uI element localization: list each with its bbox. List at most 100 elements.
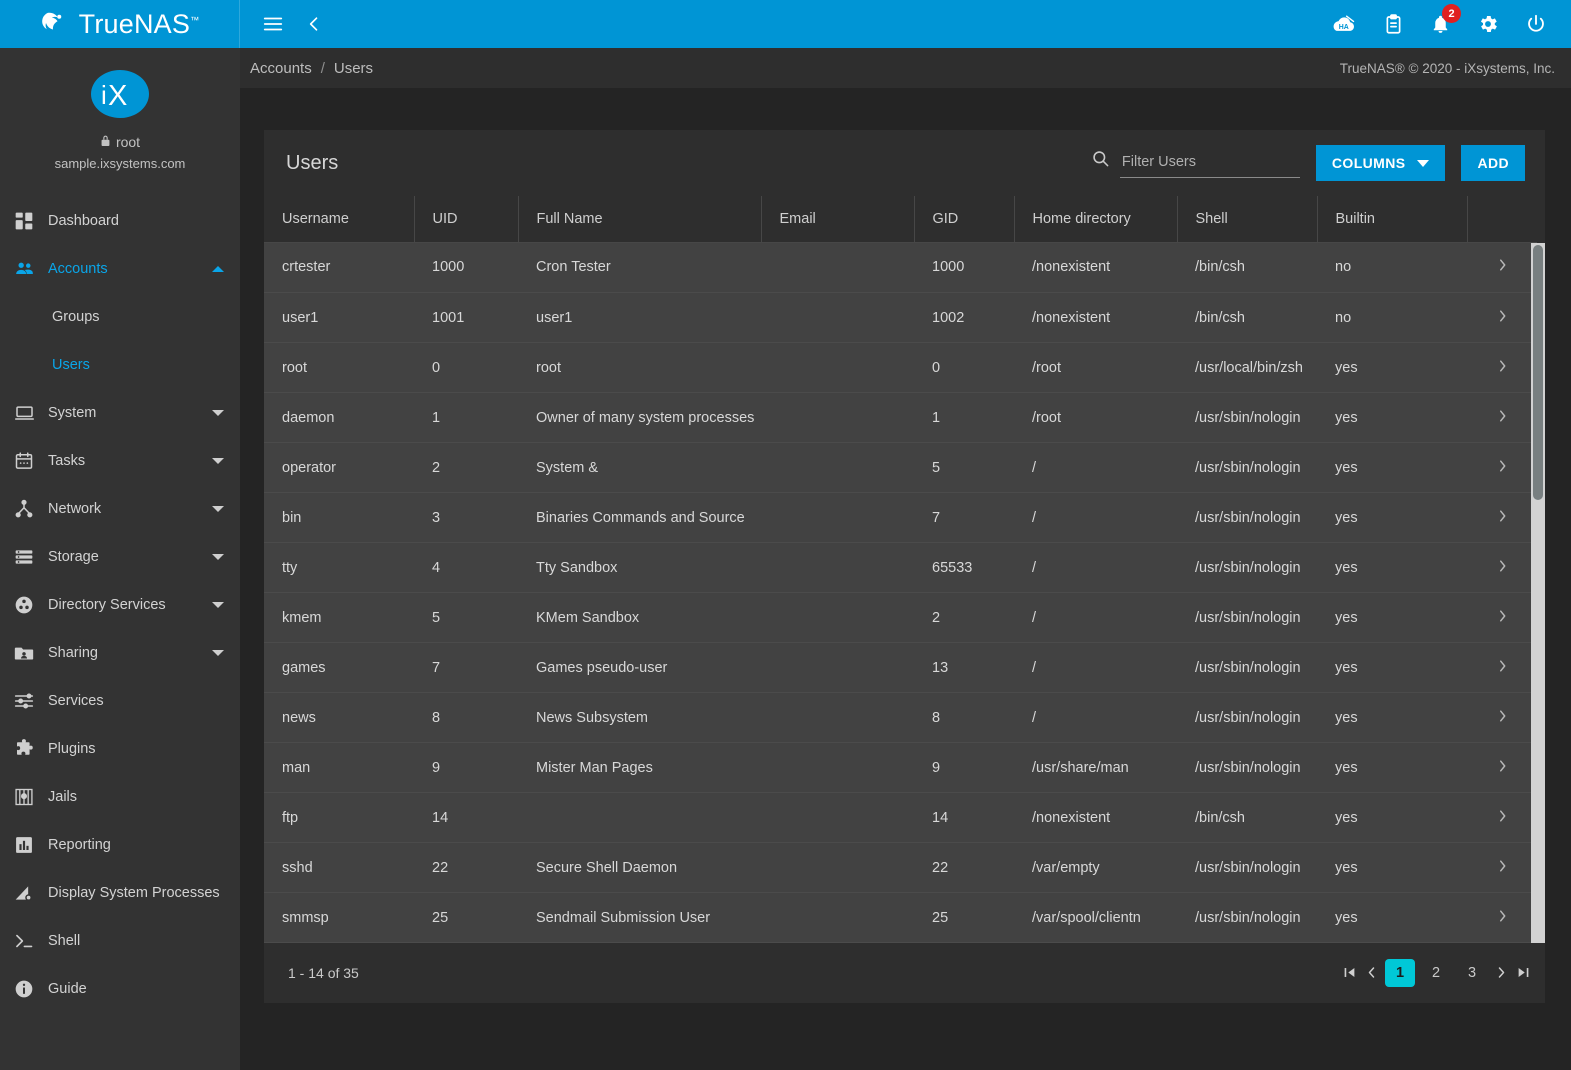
- table-row[interactable]: sshd 22 Secure Shell Daemon 22/var/empty/us…: [264, 842, 1537, 893]
- breadcrumb-parent[interactable]: Accounts: [250, 60, 312, 77]
- sidebar-item-groups[interactable]: Groups: [0, 293, 240, 341]
- row-expand-chevron-right-icon[interactable]: [1467, 792, 1537, 843]
- sidebar-item-label: Tasks: [48, 453, 86, 469]
- search-icon[interactable]: [1091, 149, 1110, 178]
- table-row[interactable]: bin 3 Binaries Commands and Source 7//usr/s…: [264, 492, 1537, 543]
- table-row[interactable]: tty 4 Tty Sandbox 65533//usr/sbin/nologin ye…: [264, 542, 1537, 593]
- column-header-gid[interactable]: GID: [914, 196, 1015, 243]
- column-header-shell[interactable]: Shell: [1177, 196, 1318, 243]
- row-expand-chevron-right-icon[interactable]: [1467, 692, 1537, 743]
- table-row[interactable]: operator 2 System & 5//usr/sbin/nologin yes: [264, 442, 1537, 493]
- sidebar-item-plugins[interactable]: Plugins: [0, 725, 240, 773]
- chevron-down-icon[interactable]: [212, 506, 224, 512]
- topbar-left-controls: [240, 13, 324, 35]
- first-page-icon[interactable]: [1341, 959, 1357, 987]
- cell-uid: 9: [414, 742, 518, 793]
- cell-email: [761, 742, 914, 793]
- sidebar-item-guide[interactable]: Guide: [0, 965, 240, 1013]
- cell-builtin: no: [1317, 292, 1467, 343]
- sidebar-item-accounts[interactable]: Accounts: [0, 245, 240, 293]
- main-content: Accounts / Users TrueNAS® © 2020 - iXsys…: [240, 48, 1571, 1070]
- table-row[interactable]: daemon 1 Owner of many system processes 1/r…: [264, 392, 1537, 443]
- sidebar-item-jails[interactable]: Jails: [0, 773, 240, 821]
- sidebar-item-tasks[interactable]: Tasks: [0, 437, 240, 485]
- page-button-3[interactable]: 3: [1457, 959, 1487, 987]
- table-row[interactable]: man 9 Mister Man Pages 9/usr/share/man/usr/…: [264, 742, 1537, 793]
- add-user-button[interactable]: ADD: [1461, 145, 1525, 181]
- chevron-down-icon[interactable]: [212, 650, 224, 656]
- sidebar-item-network[interactable]: Network: [0, 485, 240, 533]
- cell-uid: 25: [414, 892, 518, 943]
- chevron-down-icon[interactable]: [212, 602, 224, 608]
- row-expand-chevron-right-icon[interactable]: [1467, 892, 1537, 943]
- table-row[interactable]: crtester 1000 Cron Tester 1000/nonexistent /…: [264, 242, 1537, 293]
- table-row[interactable]: ftp 14 14/nonexistent/bin/csh yes: [264, 792, 1537, 843]
- sidebar-item-storage[interactable]: Storage: [0, 533, 240, 581]
- chevron-down-icon[interactable]: [212, 410, 224, 416]
- add-button-label: ADD: [1477, 155, 1509, 171]
- sidebar-item-reporting[interactable]: Reporting: [0, 821, 240, 869]
- sidebar-item-dashboard[interactable]: Dashboard: [0, 197, 240, 245]
- users-table: crtester 1000 Cron Tester 1000/nonexistent /…: [264, 242, 1537, 943]
- next-page-icon[interactable]: [1493, 959, 1509, 987]
- clipboard-icon[interactable]: [1383, 13, 1404, 35]
- last-page-icon[interactable]: [1515, 959, 1531, 987]
- row-expand-chevron-right-icon[interactable]: [1467, 742, 1537, 793]
- row-expand-chevron-right-icon[interactable]: [1467, 342, 1537, 393]
- row-expand-chevron-right-icon[interactable]: [1467, 442, 1537, 493]
- power-icon[interactable]: [1525, 13, 1547, 35]
- column-header-full-name[interactable]: Full Name: [518, 196, 762, 243]
- table-row[interactable]: user1 1001 user1 1002/nonexistent/bin/csh no: [264, 292, 1537, 343]
- row-expand-chevron-right-icon[interactable]: [1467, 292, 1537, 343]
- cell-full-name: user1: [518, 292, 761, 343]
- previous-page-icon[interactable]: [1363, 959, 1379, 987]
- settings-gear-icon[interactable]: [1477, 13, 1499, 35]
- cell-username: sshd: [264, 842, 414, 893]
- cell-home: /root: [1014, 342, 1177, 393]
- search-input[interactable]: [1119, 149, 1300, 178]
- sidebar-item-label: Storage: [48, 549, 99, 565]
- chevron-left-icon[interactable]: [304, 14, 324, 34]
- column-header-home-directory[interactable]: Home directory: [1014, 196, 1178, 243]
- columns-button[interactable]: COLUMNS: [1315, 145, 1446, 181]
- notifications-bell-icon[interactable]: 2: [1430, 4, 1461, 35]
- table-row[interactable]: games 7 Games pseudo-user 13//usr/sbin/nolo…: [264, 642, 1537, 693]
- table-row[interactable]: smmsp 25 Sendmail Submission User 25/var/sp…: [264, 892, 1537, 943]
- reporting-chart-icon: [14, 835, 48, 855]
- table-row[interactable]: news 8 News Subsystem 8//usr/sbin/nologin ye…: [264, 692, 1537, 743]
- cell-uid: 0: [414, 342, 518, 393]
- page-button-2[interactable]: 2: [1421, 959, 1451, 987]
- cell-uid: 3: [414, 492, 518, 543]
- table-vertical-scrollbar[interactable]: [1531, 242, 1545, 943]
- sidebar-item-shell[interactable]: Shell: [0, 917, 240, 965]
- row-expand-chevron-right-icon[interactable]: [1467, 842, 1537, 893]
- cell-builtin: yes: [1317, 842, 1467, 893]
- column-header-username[interactable]: Username: [264, 196, 415, 243]
- sidebar-item-label: Sharing: [48, 645, 98, 661]
- dashboard-icon: [14, 211, 48, 231]
- table-row[interactable]: kmem 5 KMem Sandbox 2//usr/sbin/nologin yes: [264, 592, 1537, 643]
- chevron-down-icon[interactable]: [212, 458, 224, 464]
- column-header-uid[interactable]: UID: [414, 196, 519, 243]
- chevron-up-icon[interactable]: [212, 266, 224, 272]
- table-row[interactable]: root 0 root 0/root/usr/local/bin/zsh yes: [264, 342, 1537, 393]
- ha-status-icon[interactable]: HA: [1331, 13, 1357, 35]
- row-expand-chevron-right-icon[interactable]: [1467, 242, 1537, 293]
- column-header-builtin[interactable]: Builtin: [1317, 196, 1468, 243]
- sidebar-item-directory-services[interactable]: Directory Services: [0, 581, 240, 629]
- row-expand-chevron-right-icon[interactable]: [1467, 392, 1537, 443]
- sidebar-item-display-system-processes[interactable]: Display System Processes: [0, 869, 240, 917]
- sidebar-item-services[interactable]: Services: [0, 677, 240, 725]
- table-scrollbar-thumb[interactable]: [1533, 244, 1543, 500]
- hamburger-icon[interactable]: [262, 13, 284, 35]
- row-expand-chevron-right-icon[interactable]: [1467, 542, 1537, 593]
- row-expand-chevron-right-icon[interactable]: [1467, 642, 1537, 693]
- page-button-1[interactable]: 1: [1385, 958, 1415, 987]
- row-expand-chevron-right-icon[interactable]: [1467, 592, 1537, 643]
- chevron-down-icon[interactable]: [212, 554, 224, 560]
- sidebar-item-sharing[interactable]: Sharing: [0, 629, 240, 677]
- sidebar-item-system[interactable]: System: [0, 389, 240, 437]
- row-expand-chevron-right-icon[interactable]: [1467, 492, 1537, 543]
- column-header-email[interactable]: Email: [761, 196, 915, 243]
- sidebar-item-users[interactable]: Users: [0, 341, 240, 389]
